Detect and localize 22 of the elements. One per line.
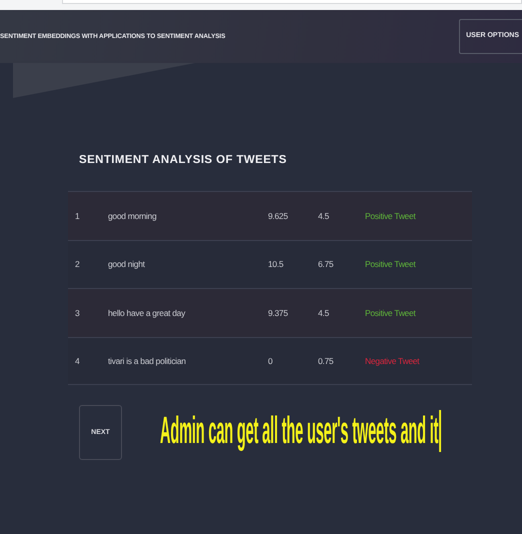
tweet-text: good morning [108,210,156,221]
tweet-text: hello have a great day [108,308,186,318]
table-cell: 6.75 [318,259,334,270]
table-cell: 0 [268,356,272,366]
section-heading: SENTIMENT ANALYSIS OF TWEETS [79,153,288,168]
table-cell: 4.5 [318,308,329,318]
row-number: 4 [75,356,80,366]
table-cell: 9.625 [268,210,288,221]
caption-text: Admin can get all the user's tweets and it [160,405,456,458]
tweet-text: good night [108,259,145,270]
table-cell: 0.75 [318,356,334,366]
row-number: 2 [75,259,80,270]
table-cell: 4.5 [318,210,329,221]
row-number: 1 [75,210,80,221]
sentiment-label: Positive Tweet [365,210,416,221]
sentiment-label: Positive Tweet [365,308,416,318]
sentiment-label: Negative Tweet [365,356,420,366]
sentiment-label: Positive Tweet [365,259,416,270]
row-number: 3 [75,308,80,318]
table-cell: 10.5 [268,259,284,270]
tweet-text: tivari is a bad politician [108,356,186,366]
table-cell: 9.375 [268,308,288,318]
